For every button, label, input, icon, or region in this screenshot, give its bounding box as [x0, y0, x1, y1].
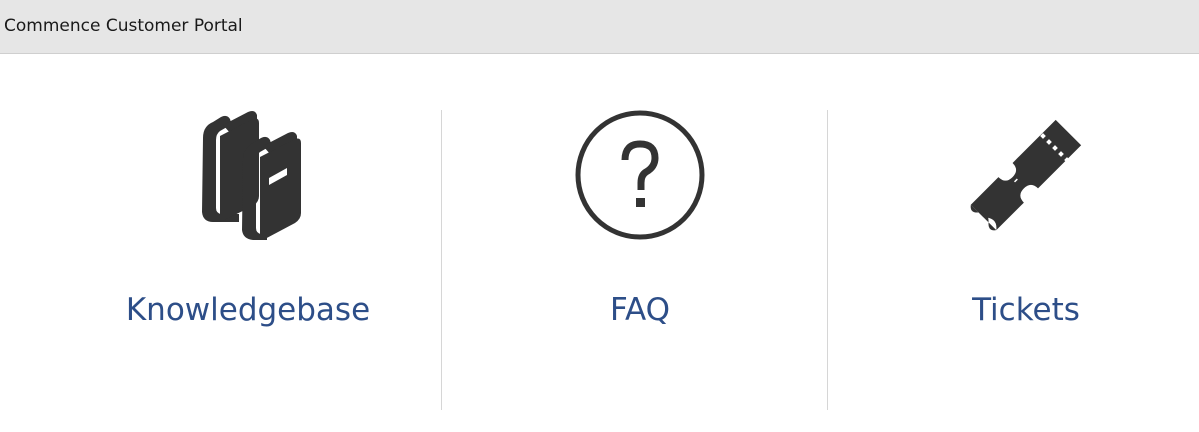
- portal-tiles: Knowledgebase FAQ Tickets: [55, 110, 1199, 410]
- tickets-tile[interactable]: Tickets: [833, 110, 1199, 410]
- ticket-icon: [961, 110, 1091, 240]
- books-icon: [183, 110, 313, 240]
- top-bar: Commence Customer Portal: [0, 0, 1199, 54]
- knowledgebase-tile[interactable]: Knowledgebase: [55, 110, 441, 410]
- question-circle-icon: [575, 110, 705, 240]
- knowledgebase-link[interactable]: Knowledgebase: [55, 290, 441, 330]
- tickets-link[interactable]: Tickets: [833, 290, 1199, 330]
- faq-tile[interactable]: FAQ: [447, 110, 833, 410]
- faq-link[interactable]: FAQ: [447, 290, 833, 330]
- portal-title: Commence Customer Portal: [4, 16, 243, 36]
